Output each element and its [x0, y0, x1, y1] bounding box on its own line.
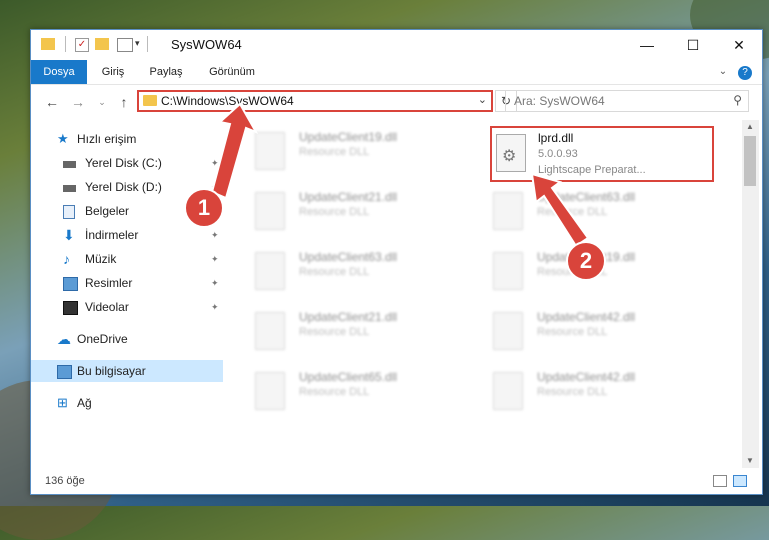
- step-marker-2: 2: [566, 241, 606, 281]
- arrow-one: [210, 102, 259, 200]
- step-marker-1: 1: [184, 188, 224, 228]
- annotation-arrows: [210, 102, 590, 248]
- arrow-two: [530, 172, 590, 248]
